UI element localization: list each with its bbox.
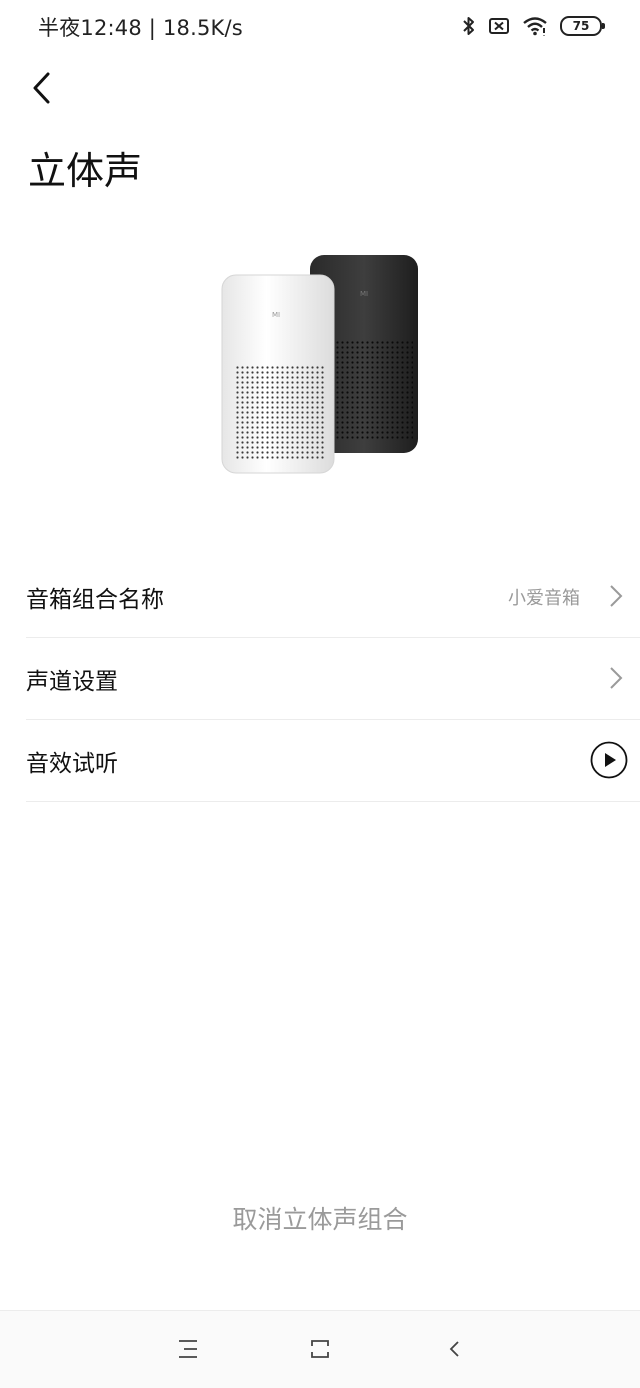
combo-name-value: 小爱音箱 bbox=[508, 587, 580, 609]
sound-preview-label: 音效试听 bbox=[26, 750, 118, 777]
battery-icon: 75 bbox=[560, 16, 605, 36]
svg-text:MI: MI bbox=[272, 311, 280, 319]
battery-level: 75 bbox=[572, 19, 590, 33]
back-icon[interactable] bbox=[446, 1337, 470, 1361]
nav-bar bbox=[0, 1310, 640, 1388]
status-icons: 75 bbox=[462, 13, 605, 39]
combo-name-row[interactable]: 音箱组合名称 小爱音箱 bbox=[26, 556, 640, 638]
page-title: 立体声 bbox=[28, 149, 143, 193]
play-icon[interactable] bbox=[590, 741, 628, 779]
speakers-image: MI MI bbox=[221, 255, 418, 474]
svg-text:MI: MI bbox=[360, 290, 368, 298]
home-icon[interactable] bbox=[308, 1337, 332, 1361]
no-sim-icon bbox=[489, 18, 509, 34]
chevron-right-icon bbox=[610, 667, 623, 689]
bluetooth-icon bbox=[463, 17, 474, 35]
status-bar: 半夜12:48 | 18.5K/s 75 bbox=[0, 0, 640, 52]
sound-preview-row[interactable]: 音效试听 bbox=[26, 720, 640, 802]
channel-settings-row[interactable]: 声道设置 bbox=[26, 638, 640, 720]
cancel-stereo-button[interactable]: 取消立体声组合 bbox=[0, 1200, 640, 1236]
combo-name-label: 音箱组合名称 bbox=[26, 586, 164, 613]
status-time-speed: 半夜12:48 | 18.5K/s bbox=[38, 16, 243, 40]
settings-list: 音箱组合名称 小爱音箱 声道设置 音效试听 bbox=[26, 556, 640, 802]
wifi-icon bbox=[523, 17, 547, 36]
channel-settings-label: 声道设置 bbox=[26, 668, 118, 695]
menu-icon[interactable] bbox=[176, 1337, 200, 1361]
chevron-right-icon bbox=[610, 585, 623, 607]
back-button[interactable] bbox=[22, 66, 62, 110]
back-arrow-icon bbox=[33, 72, 50, 104]
